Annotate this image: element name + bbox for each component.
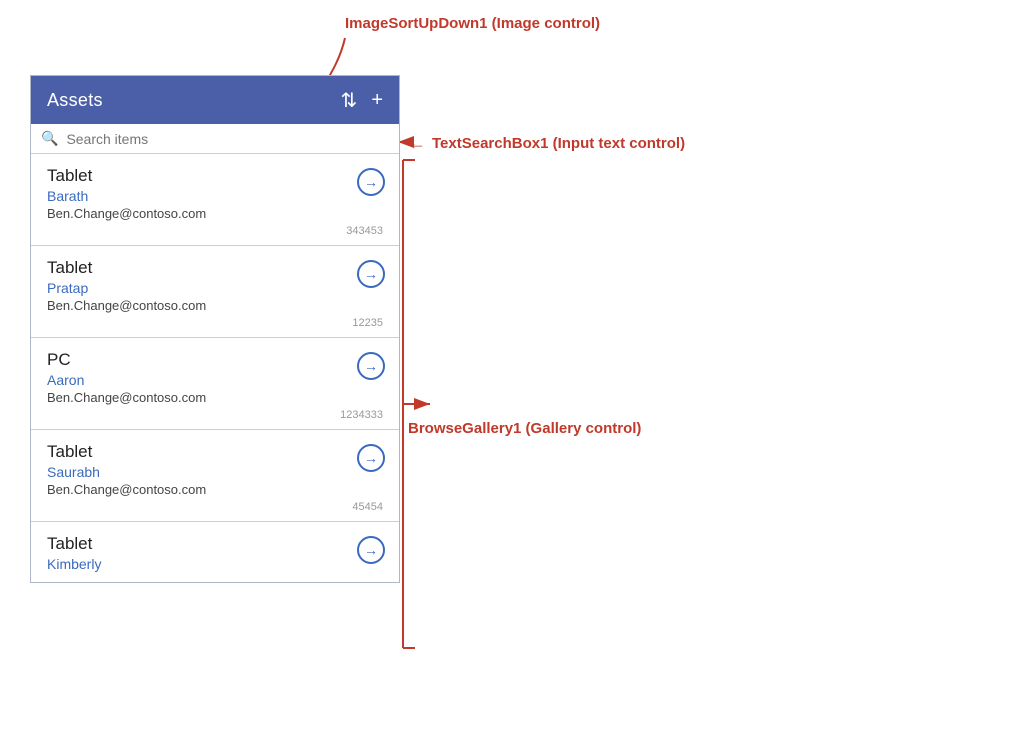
item-arrow-button-4[interactable]: → — [357, 536, 385, 564]
item-name-4: Kimberly — [47, 556, 383, 572]
gallery-item-3: Tablet Saurabh Ben.Change@contoso.com 45… — [31, 430, 399, 522]
annotation-sort: ImageSortUpDown1 (Image control) — [345, 15, 600, 32]
annotation-search: ← TextSearchBox1 (Input text control) — [408, 133, 685, 154]
item-id-2: 1234333 — [47, 409, 383, 421]
item-email-1: Ben.Change@contoso.com — [47, 298, 383, 313]
item-arrow-button-3[interactable]: → — [357, 444, 385, 472]
item-type-0: Tablet — [47, 166, 383, 186]
gallery-item-4: Tablet Kimberly → — [31, 522, 399, 582]
gallery-item-0: Tablet Barath Ben.Change@contoso.com 343… — [31, 154, 399, 246]
gallery: Tablet Barath Ben.Change@contoso.com 343… — [31, 154, 399, 582]
arrow-right-icon-2: → — [364, 359, 378, 373]
arrow-right-icon-0: → — [364, 175, 378, 189]
gallery-item-1: Tablet Pratap Ben.Change@contoso.com 122… — [31, 246, 399, 338]
arrow-right-icon-3: → — [364, 451, 378, 465]
search-magnifier-icon: 🔍 — [41, 130, 58, 147]
item-type-4: Tablet — [47, 534, 383, 554]
item-id-1: 12235 — [47, 317, 383, 329]
search-input[interactable] — [66, 131, 389, 147]
panel-title: Assets — [47, 90, 103, 111]
annotation-gallery: BrowseGallery1 (Gallery control) — [408, 420, 641, 437]
gallery-item-2: PC Aaron Ben.Change@contoso.com 1234333 … — [31, 338, 399, 430]
item-name-3: Saurabh — [47, 464, 383, 480]
search-box: 🔍 — [31, 124, 399, 154]
item-email-0: Ben.Change@contoso.com — [47, 206, 383, 221]
sort-icon[interactable]: ⇅ — [341, 88, 358, 113]
item-type-3: Tablet — [47, 442, 383, 462]
item-email-3: Ben.Change@contoso.com — [47, 482, 383, 497]
item-id-0: 343453 — [47, 225, 383, 237]
item-type-1: Tablet — [47, 258, 383, 278]
item-arrow-button-1[interactable]: → — [357, 260, 385, 288]
item-id-3: 45454 — [47, 501, 383, 513]
item-type-2: PC — [47, 350, 383, 370]
item-name-2: Aaron — [47, 372, 383, 388]
item-arrow-button-2[interactable]: → — [357, 352, 385, 380]
item-name-0: Barath — [47, 188, 383, 204]
header-icons: ⇅ + — [341, 88, 383, 113]
search-arrow-icon: ← — [408, 133, 426, 154]
arrow-right-icon-1: → — [364, 267, 378, 281]
assets-panel: Assets ⇅ + 🔍 Tablet Barath Ben.Change@co… — [30, 75, 400, 583]
item-email-2: Ben.Change@contoso.com — [47, 390, 383, 405]
item-arrow-button-0[interactable]: → — [357, 168, 385, 196]
panel-header: Assets ⇅ + — [31, 76, 399, 124]
add-icon[interactable]: + — [371, 89, 383, 112]
item-name-1: Pratap — [47, 280, 383, 296]
arrow-right-icon-4: → — [364, 543, 378, 557]
